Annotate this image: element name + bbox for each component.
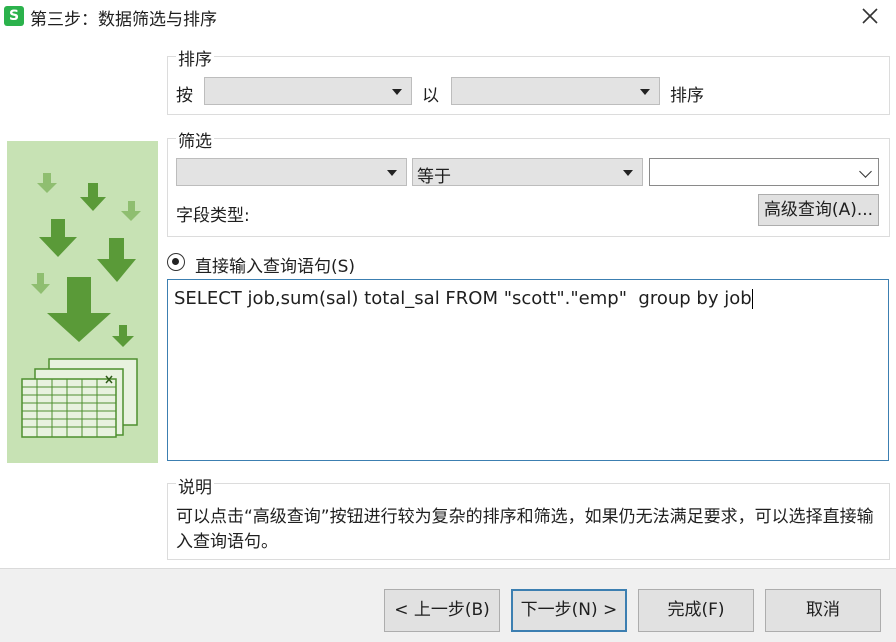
title-bar: S 第三步：数据筛选与排序 (0, 0, 896, 32)
sort-by-label: 按 (176, 86, 193, 106)
sql-query-textarea[interactable]: SELECT job,sum(sal) total_sal FROM "scot… (167, 279, 889, 461)
prev-button[interactable]: < 上一步(B) (384, 589, 500, 632)
filter-operator-select[interactable]: 等于 (412, 158, 643, 187)
dropdown-arrow-icon (392, 89, 402, 95)
finish-button[interactable]: 完成(F) (638, 589, 754, 632)
field-type-label: 字段类型: (176, 206, 250, 226)
radio-selected-dot (172, 258, 179, 265)
sort-suffix-label: 排序 (670, 86, 704, 106)
close-icon (862, 8, 878, 24)
direct-query-label[interactable]: 直接输入查询语句(S) (195, 252, 355, 277)
direct-query-radio[interactable] (167, 253, 185, 271)
dropdown-arrow-icon (623, 170, 633, 176)
close-button[interactable] (858, 4, 882, 28)
sort-order-select[interactable] (451, 77, 660, 105)
wizard-illustration (7, 141, 158, 463)
sort-field-select[interactable] (204, 77, 412, 105)
filter-group-title: 筛选 (176, 127, 214, 152)
sort-with-label: 以 (422, 86, 439, 106)
dropdown-arrow-icon (387, 170, 397, 176)
app-icon: S (4, 6, 24, 26)
filter-sort-graphic (21, 173, 141, 438)
dropdown-arrow-icon (640, 89, 650, 95)
filter-value-combobox[interactable] (649, 158, 879, 186)
description-text: 可以点击“高级查询”按钮进行较为复杂的排序和筛选，如果仍无法满足要求，可以选择直… (176, 507, 874, 552)
description-title: 说明 (176, 473, 214, 498)
chevron-down-icon (859, 165, 872, 178)
sql-query-text: SELECT job,sum(sal) total_sal FROM "scot… (174, 288, 752, 309)
text-caret (751, 289, 753, 309)
advanced-query-button[interactable]: 高级查询(A)... (758, 194, 879, 226)
dialog-title: 第三步：数据筛选与排序 (30, 10, 217, 30)
cancel-button[interactable]: 取消 (765, 589, 881, 632)
next-button[interactable]: 下一步(N) > (511, 589, 627, 632)
filter-field-select[interactable] (176, 158, 407, 186)
filter-operator-value: 等于 (417, 167, 451, 187)
sort-group-title: 排序 (176, 45, 214, 70)
